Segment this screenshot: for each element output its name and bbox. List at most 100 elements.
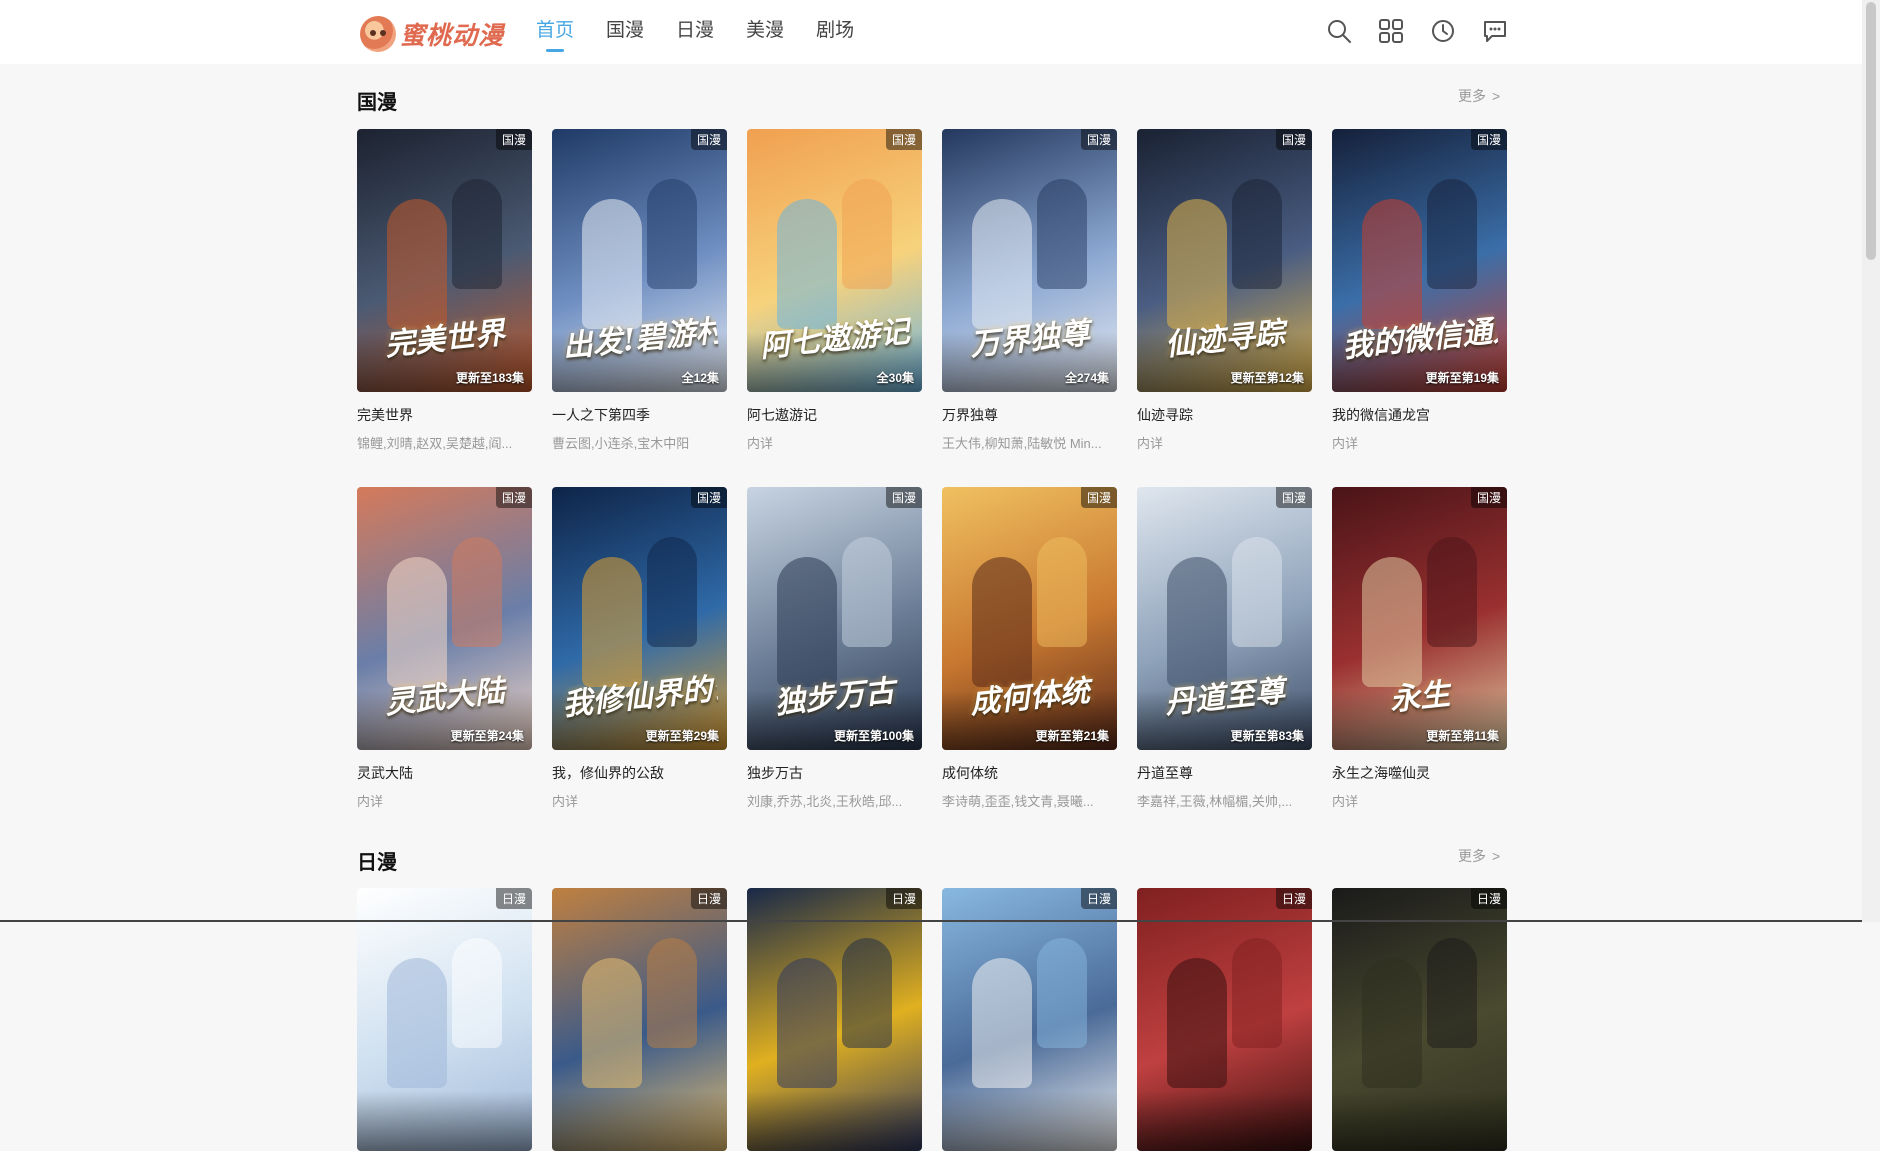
poster-image[interactable]: 万界独尊 国漫 全274集 [942, 129, 1117, 392]
poster-image[interactable]: 日漫 [1137, 888, 1312, 1151]
video-card[interactable]: 完美世界 国漫 更新至183集 完美世界 锦鲤,刘晴,赵双,吴楚越,阎... [357, 129, 532, 452]
video-card[interactable]: 成何体统 国漫 更新至第21集成何体统李诗萌,歪歪,钱文青,聂曦... [942, 487, 1117, 810]
episode-badge: 全12集 [681, 371, 719, 385]
more-label: 更多 [1458, 88, 1486, 104]
poster-figure [647, 179, 697, 289]
scrollbar-thumb[interactable] [1866, 2, 1876, 260]
video-card[interactable]: 我的微信通龙宫 国漫 更新至第19集 我的微信通龙宫 内详 [1332, 129, 1507, 452]
main-nav: 首页 国漫 日漫 美漫 剧场 [536, 0, 886, 64]
poster-image[interactable]: 永生 国漫 更新至第11集 [1332, 487, 1507, 750]
card-title[interactable]: 万界独尊 [942, 405, 1117, 425]
poster-image[interactable]: 完美世界 国漫 更新至183集 [357, 129, 532, 392]
card-title[interactable]: 成何体统 [942, 763, 1117, 783]
card-cast: 内详 [1332, 436, 1359, 451]
video-card[interactable]: 出发!碧游村 国漫 全12集一人之下第四季曹云图,小连杀,宝木中阳 [552, 129, 727, 452]
video-card[interactable]: 日漫 [357, 888, 532, 1151]
card-title[interactable]: 一人之下第四季 [552, 405, 727, 425]
poster-image[interactable]: 独步万古 国漫 更新至第100集 [747, 487, 922, 750]
vertical-scrollbar[interactable] [1862, 0, 1880, 922]
card-title[interactable]: 独步万古 [747, 763, 922, 783]
poster-figure [387, 557, 447, 687]
poster-shade [357, 1091, 532, 1151]
poster-figure [1427, 537, 1477, 647]
video-card[interactable]: 仙迹寻踪 国漫 更新至第12集仙迹寻踪内详 [1137, 129, 1312, 452]
category-tag: 国漫 [1080, 129, 1117, 150]
category-button[interactable] [1376, 16, 1406, 46]
category-tag: 国漫 [1470, 129, 1507, 150]
poster-figure [1362, 199, 1422, 329]
category-tag: 日漫 [885, 888, 922, 909]
poster-figure [582, 958, 642, 1088]
poster-figure [1037, 537, 1087, 647]
poster-image[interactable]: 阿七遨游记 国漫 全30集 [747, 129, 922, 392]
category-tag: 国漫 [885, 129, 922, 150]
card-cast: 王大伟,柳知萧,陆敏悦 Min... [942, 436, 1102, 451]
episode-badge: 更新至第12集 [1230, 371, 1304, 385]
poster-image[interactable]: 我修仙界的公敌 国漫 更新至第29集 [552, 487, 727, 750]
episode-badge: 更新至第21集 [1035, 729, 1109, 743]
card-cast: 内详 [552, 794, 579, 809]
poster-figure [972, 557, 1032, 687]
nav-riman[interactable]: 日漫 [676, 0, 714, 64]
poster-image[interactable]: 出发!碧游村 国漫 全12集 [552, 129, 727, 392]
poster-image[interactable]: 灵武大陆 国漫 更新至第24集 [357, 487, 532, 750]
poster-figure [1232, 938, 1282, 1048]
poster-image[interactable]: 丹道至尊 国漫 更新至第83集 [1137, 487, 1312, 750]
card-title[interactable]: 我的微信通龙宫 [1332, 405, 1507, 425]
episode-badge: 更新至第19集 [1425, 371, 1499, 385]
header-tools [1324, 16, 1532, 46]
video-card[interactable]: 日漫 [1137, 888, 1312, 1151]
nav-juchang[interactable]: 剧场 [816, 0, 854, 64]
poster-image[interactable]: 日漫 [357, 888, 532, 1151]
message-button[interactable] [1480, 16, 1510, 46]
category-tag: 日漫 [495, 888, 532, 909]
nav-guoman[interactable]: 国漫 [606, 0, 644, 64]
poster-figure [1167, 557, 1227, 687]
card-cast: 曹云图,小连杀,宝木中阳 [552, 436, 690, 451]
episode-badge: 全274集 [1064, 371, 1109, 385]
poster-image[interactable]: 日漫 [747, 888, 922, 1151]
poster-image[interactable]: 仙迹寻踪 国漫 更新至第12集 [1137, 129, 1312, 392]
more-link-riman[interactable]: 更多 > [1458, 846, 1500, 866]
card-cast: 李诗萌,歪歪,钱文青,聂曦... [942, 794, 1094, 809]
card-title[interactable]: 我，修仙界的公敌 [552, 763, 727, 783]
video-card[interactable]: 日漫 [552, 888, 727, 1151]
poster-figure [647, 938, 697, 1048]
poster-image[interactable]: 日漫 [552, 888, 727, 1151]
video-card[interactable]: 阿七遨游记 国漫 全30集 阿七遨游记 内详 [747, 129, 922, 452]
history-button[interactable] [1428, 16, 1458, 46]
video-card[interactable]: 独步万古 国漫 更新至第100集 独步万古 刘康,乔苏,北炎,王秋皓,邱... [747, 487, 922, 810]
video-card[interactable]: 日漫 [747, 888, 922, 1151]
poster-image[interactable]: 日漫 [942, 888, 1117, 1151]
card-title[interactable]: 永生之海噬仙灵 [1332, 763, 1507, 783]
poster-image[interactable]: 我的微信通龙宫 国漫 更新至第19集 [1332, 129, 1507, 392]
video-card[interactable]: 灵武大陆 国漫 更新至第24集 灵武大陆 内详 [357, 487, 532, 810]
video-card[interactable]: 我修仙界的公敌 国漫 更新至第29集我，修仙界的公敌内详 [552, 487, 727, 810]
video-card[interactable]: 万界独尊 国漫 全274集 万界独尊 王大伟,柳知萧,陆敏悦 Min... [942, 129, 1117, 452]
video-card[interactable]: 永生 国漫 更新至第11集 永生之海噬仙灵 内详 [1332, 487, 1507, 810]
poster-figure [387, 958, 447, 1088]
nav-home[interactable]: 首页 [536, 0, 574, 64]
card-title[interactable]: 阿七遨游记 [747, 405, 922, 425]
card-title[interactable]: 灵武大陆 [357, 763, 532, 783]
video-card[interactable]: 丹道至尊 国漫 更新至第83集 丹道至尊 李嘉祥,王薇,林幅楣,关帅,... [1137, 487, 1312, 810]
site-logo[interactable]: 蜜桃动漫 [360, 14, 504, 54]
poster-figure [842, 179, 892, 289]
history-icon [1432, 20, 1454, 42]
poster-figure [972, 958, 1032, 1088]
category-tag: 国漫 [885, 487, 922, 508]
card-cast: 内详 [1137, 436, 1164, 451]
card-title[interactable]: 完美世界 [357, 405, 532, 425]
nav-meiman[interactable]: 美漫 [746, 0, 784, 64]
video-card[interactable]: 日漫 [942, 888, 1117, 1151]
card-title[interactable]: 仙迹寻踪 [1137, 405, 1312, 425]
card-title[interactable]: 丹道至尊 [1137, 763, 1312, 783]
poster-image[interactable]: 日漫 [1332, 888, 1507, 1151]
category-tag: 日漫 [690, 888, 727, 909]
video-card[interactable]: 日漫 [1332, 888, 1507, 1151]
episode-badge: 更新至第11集 [1426, 729, 1499, 743]
search-button[interactable] [1324, 16, 1354, 46]
poster-image[interactable]: 成何体统 国漫 更新至第21集 [942, 487, 1117, 750]
more-link-guoman[interactable]: 更多 > [1458, 86, 1500, 106]
poster-shade [552, 1091, 727, 1151]
